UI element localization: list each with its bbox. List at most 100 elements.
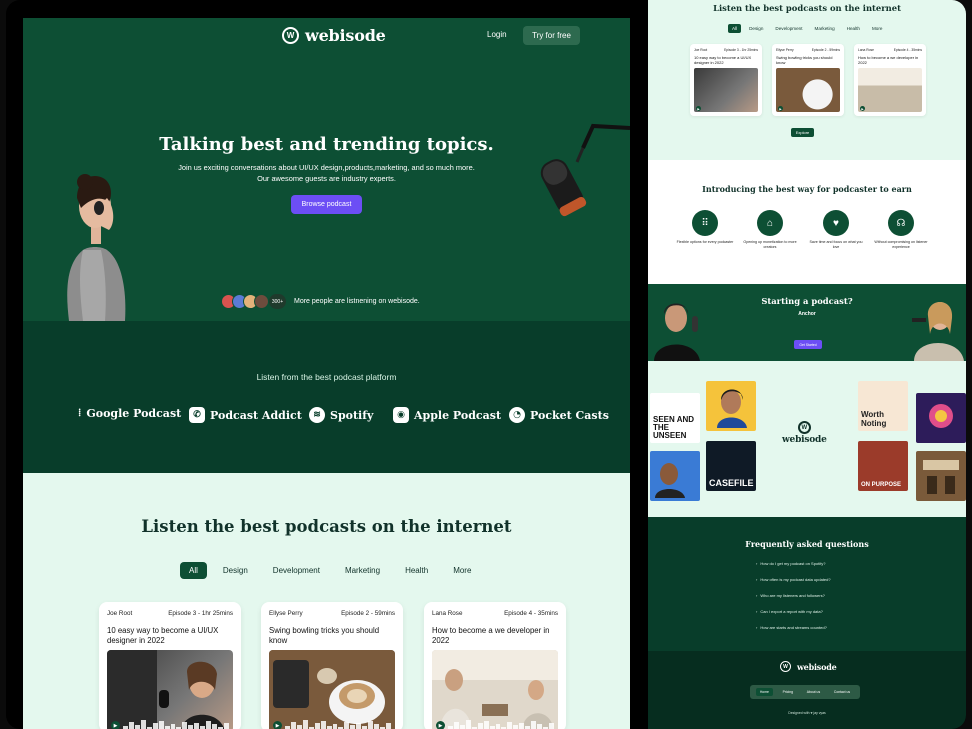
tab-more[interactable]: More [868,24,886,33]
card-title: Swing bowling tricks you should know [776,55,833,65]
platform-label: Google Podcast [86,407,182,420]
audio-waveform[interactable] [448,720,554,729]
faq-question: Can I export a report with my data? [760,609,823,614]
episode-card[interactable]: Joe Root Episode 3 - 1hr 25mins 10 easy … [99,602,241,729]
preview-episodes-section: Listen the best podcasts on the internet… [648,0,966,160]
interview-room-image [432,650,558,729]
grid-icon: ⠿ [692,210,718,236]
podcast-cover[interactable] [916,393,966,443]
hero-subtitle: Join us exciting conversations about UI/… [143,162,510,184]
earn-section: Introducing the best way for podcaster t… [648,160,966,284]
google-podcast-icon: ⁞ [78,408,82,419]
tab-health[interactable]: Health [843,24,864,33]
podcast-cover[interactable] [706,381,756,431]
faq-item[interactable]: › Who are my listeners and followers? [756,593,825,598]
platform-google-podcast[interactable]: ⁞ Google Podcast [78,407,181,420]
category-tabs: All Design Development Marketing Health … [180,562,480,579]
footer-nav-about[interactable]: About us [803,688,824,696]
tab-design[interactable]: Design [745,24,767,33]
play-icon[interactable]: ▶ [111,721,120,729]
card-meta: Ellyse Perry Episode 2 - 59mins [776,48,840,52]
platform-podcast-addict[interactable]: ✆ Podcast Addict [189,407,302,423]
tab-marketing[interactable]: Marketing [811,24,839,33]
episode-card[interactable]: Ellyse Perry Episode 2 - 59mins Swing bo… [261,602,403,729]
play-icon[interactable]: ▶ [436,721,445,729]
avatar-count-badge: 300+ [269,294,286,309]
play-icon[interactable]: ▶ [696,106,701,111]
audio-waveform[interactable] [123,720,229,729]
faq-title: Frequently asked questions [745,539,869,549]
faq-item[interactable]: › How often is my podcast data updated? [756,577,831,582]
try-for-free-button[interactable]: Try for free [523,26,580,45]
apple-podcast-icon: ◉ [393,407,409,423]
pocket-casts-icon: ◔ [509,407,525,423]
card-host: Joe Root [107,610,133,617]
tab-health[interactable]: Health [396,562,437,579]
footer-nav-contact[interactable]: Contact us [830,688,854,696]
card-title: Swing bowling tricks you should know [269,626,380,645]
card-episode: Episode 3 - 1hr 25mins [168,610,233,617]
platform-spotify[interactable]: ≋ Spotify [309,407,373,423]
play-icon[interactable]: ▶ [860,106,865,111]
platform-pocket-casts[interactable]: ◔ Pocket Casts [509,407,609,423]
podcast-cover[interactable]: CASEFILE [706,441,756,491]
card-episode: Episode 2 - 59mins [811,48,840,52]
brand-badge-icon: W [780,661,791,672]
episode-thumbnail: ▶ [269,650,395,729]
preview-episodes-title: Listen the best podcasts on the internet [713,3,901,13]
feature-title: Opening up monetization to more creators [743,240,797,249]
tab-all[interactable]: All [728,24,742,33]
episodes-title: Listen the best podcasts on the internet [141,517,512,536]
explore-button[interactable]: Explore [791,128,814,137]
page-preview: Listen the best podcasts on the internet… [648,0,966,729]
podcast-cover[interactable]: ON PURPOSE [858,441,908,491]
earn-title: Introducing the best way for podcaster t… [702,184,912,194]
audio-waveform[interactable] [285,720,391,729]
brand-logo[interactable]: W webisode [780,661,837,672]
faq-item[interactable]: › How do I get my podcast on Spotify? [756,561,826,566]
tab-more[interactable]: More [444,562,480,579]
chevron-right-icon: › [756,561,758,566]
podcast-cover[interactable]: Worth Noting [858,381,908,431]
avatar [254,294,269,309]
tab-development[interactable]: Development [264,562,329,579]
podcast-cover[interactable] [650,451,700,501]
hero-title: Talking best and trending topics. [159,134,494,155]
browse-podcast-button[interactable]: Browse podcast [291,195,362,214]
podcast-cover[interactable]: SEEN AND THE UNSEEN [650,393,700,443]
card-episode: Episode 2 - 59mins [341,610,395,617]
brand-logo[interactable]: W webisode [282,26,386,45]
feature-item: ☊ Without compromising on listener exper… [871,210,931,249]
coffee-table-image [269,650,395,729]
cover-title: ON PURPOSE [861,482,902,488]
get-started-button[interactable]: Get Started [794,340,822,349]
tab-development[interactable]: Development [771,24,806,33]
platform-label: Spotify [330,408,374,422]
cover-art-image [929,404,953,428]
card-host: Joe Root [694,48,708,52]
tab-all[interactable]: All [180,562,207,579]
feature-title: Flexible options for every podcaster [676,240,734,244]
podcast-covers-section: SEEN AND THE UNSEEN CASEFILE Worth Notin… [648,361,966,517]
episode-card[interactable]: Lana Rose Episode 4 - 35mins How to beco… [424,602,566,729]
card-meta: Joe Root Episode 3 - 1hr 25mins [107,610,233,617]
faq-question: Who are my listeners and followers? [760,593,825,598]
footer-nav-home[interactable]: Home [755,688,773,696]
faq-item[interactable]: › Can I export a report with my data? [756,609,823,614]
faq-item[interactable]: › How are starts and streams counted? [756,625,827,630]
card-meta: Lana Rose Episode 4 - 35mins [432,610,558,617]
podcast-cover[interactable] [916,451,966,501]
main-page: W webisode Login Try for free Talking be… [23,18,630,729]
preview-episode-card[interactable]: Ellyse Perry Episode 2 - 59mins Swing bo… [772,44,844,116]
login-link[interactable]: Login [487,30,507,39]
tab-marketing[interactable]: Marketing [336,562,389,579]
tab-design[interactable]: Design [214,562,257,579]
footer-nav-pricing[interactable]: Pricing [779,688,797,696]
play-icon[interactable]: ▶ [778,106,783,111]
brand-logo[interactable]: W webisode [782,421,827,445]
card-episode: Episode 4 - 35mins [504,610,558,617]
platform-apple-podcast[interactable]: ◉ Apple Podcast [393,407,501,423]
preview-episode-card[interactable]: Lana Rose Episode 4 - 35mins How to beco… [854,44,926,116]
preview-episode-card[interactable]: Joe Root Episode 3 - 1hr 25mins 10 easy … [690,44,762,116]
play-icon[interactable]: ▶ [273,721,282,729]
